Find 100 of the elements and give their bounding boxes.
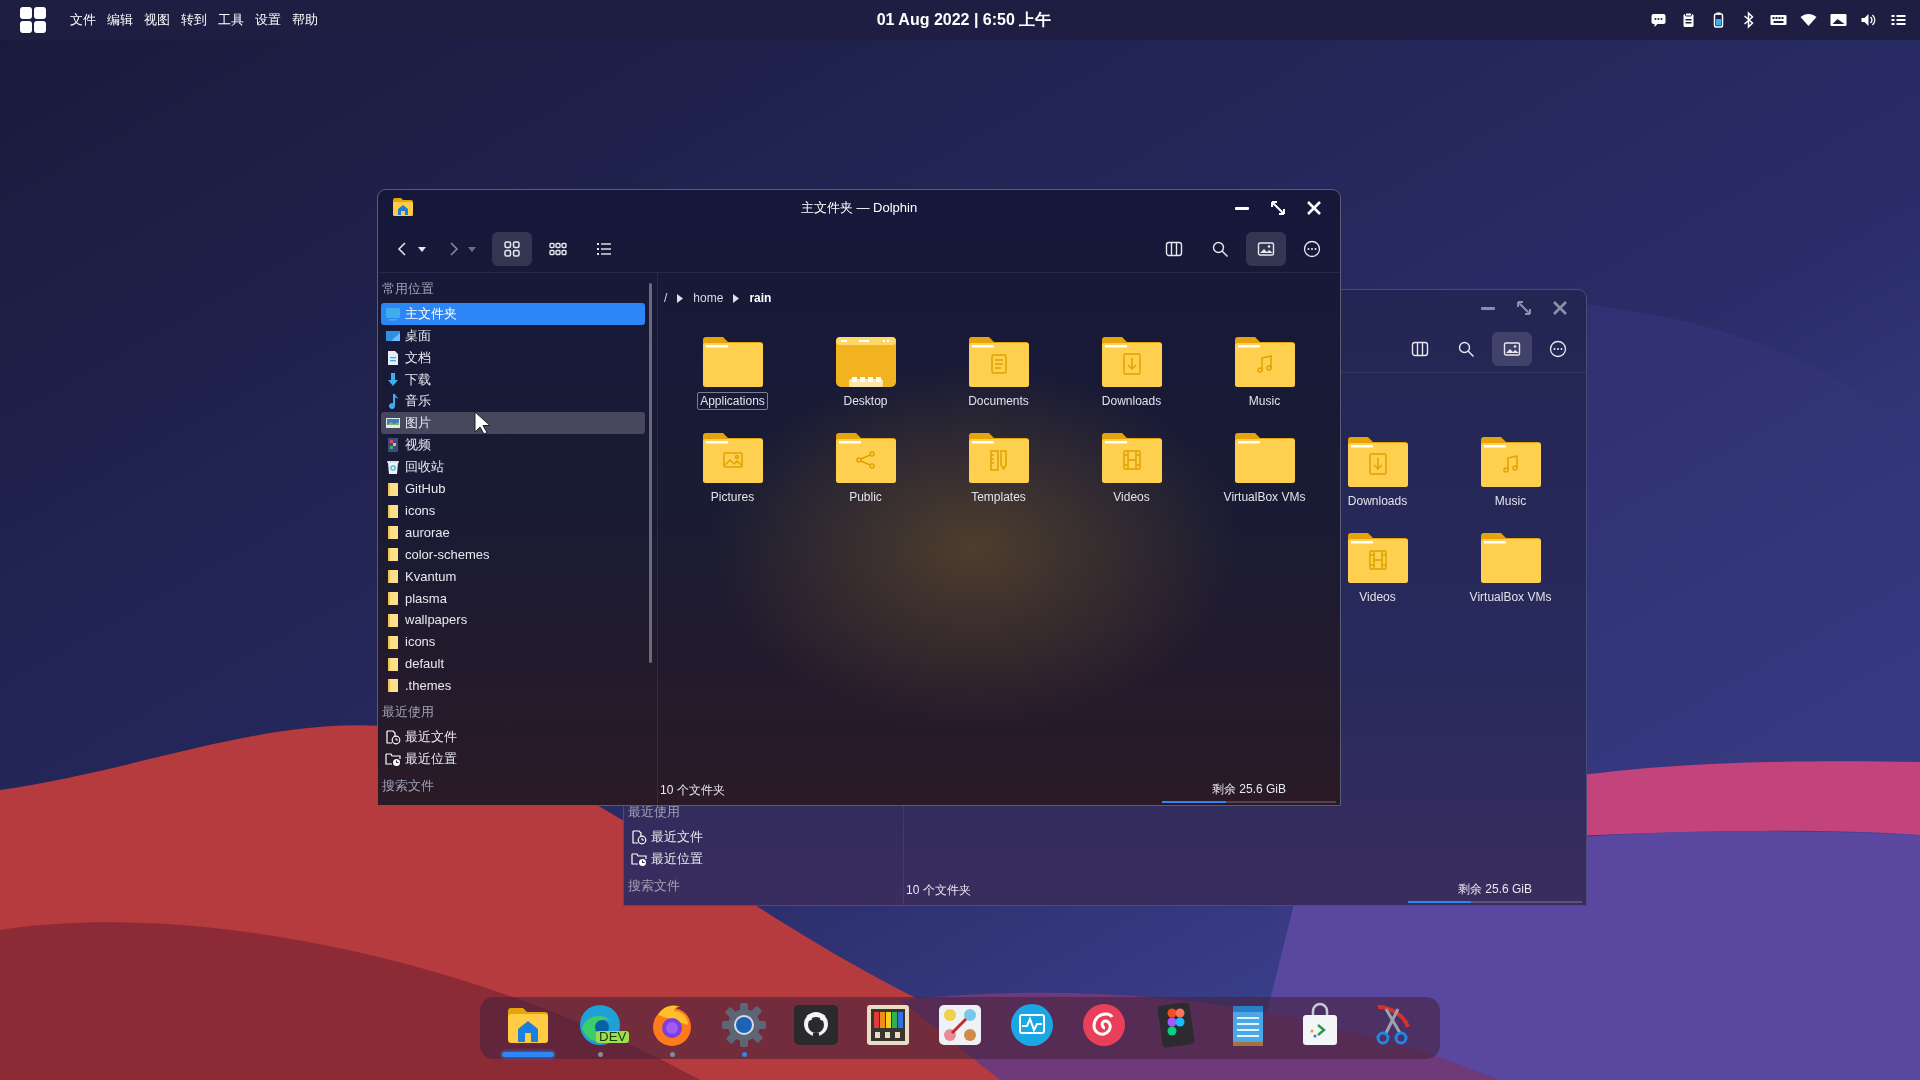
grid-view-icon [503, 240, 521, 258]
section-heading: 最近使用 [628, 803, 681, 821]
folder-icon [385, 633, 401, 650]
caret-icon [468, 246, 476, 252]
display-icon[interactable] [1829, 11, 1848, 29]
scrollbar[interactable] [649, 283, 652, 663]
folder-label[interactable]: Videos [1356, 588, 1399, 606]
minimize-icon [1235, 206, 1249, 210]
recent-folder-icon [631, 851, 647, 867]
folder-icon [385, 502, 401, 519]
sidebar-item[interactable]: icons [381, 499, 645, 522]
sidebar-item[interactable]: 视频 [381, 434, 645, 457]
section-heading: 搜索文件 [382, 777, 435, 795]
sidebar-item[interactable]: Kvantum [381, 565, 645, 588]
image-icon [1503, 340, 1521, 358]
folder-label[interactable]: Videos [1110, 488, 1153, 506]
maximize-icon [1516, 300, 1532, 316]
running-indicator [741, 1051, 747, 1057]
breadcrumb-item[interactable]: / [664, 291, 668, 305]
close-icon [1306, 200, 1322, 216]
folder-label[interactable]: Downloads [1344, 492, 1411, 510]
menu-item[interactable]: 视图 [144, 9, 170, 31]
pulse-icon [1008, 1001, 1056, 1049]
chat-icon[interactable] [1649, 11, 1668, 29]
sidebar-item[interactable]: 图片 [381, 412, 645, 435]
status-text: 10 个文件夹 [660, 781, 725, 799]
folder-label[interactable]: Pictures [707, 488, 758, 506]
mouse-pointer-icon [474, 411, 491, 435]
sidebar-item[interactable]: 桌面 [381, 324, 645, 347]
folder-label[interactable]: Music [1245, 392, 1284, 410]
trash-icon [385, 458, 401, 475]
film-icon [385, 437, 401, 454]
sidebar-item[interactable]: wallpapers [381, 608, 645, 631]
folder-label[interactable]: Downloads [1098, 392, 1165, 410]
folder-icon [385, 611, 401, 628]
more-icon [1303, 240, 1321, 258]
sidebar-item[interactable]: icons [381, 630, 645, 653]
minimize-icon [1481, 306, 1495, 310]
sidebar-item[interactable]: color-schemes [381, 543, 645, 566]
breadcrumb-arrow-icon [677, 293, 684, 303]
running-indicator [669, 1051, 675, 1057]
sidebar-item[interactable]: 最近位置 [627, 848, 891, 870]
free-space-label: 剩余 25.6 GiB [1212, 781, 1286, 798]
sidebar-item[interactable]: .themes [381, 674, 645, 697]
sidebar-item[interactable]: 最近文件 [627, 826, 891, 848]
search-icon [1211, 240, 1229, 258]
sidebar-item[interactable]: 最近文件 [381, 726, 645, 749]
recent-folder-icon [385, 751, 401, 768]
folder-icon [385, 590, 401, 606]
folder-label[interactable]: VirtualBox VMs [1466, 588, 1555, 606]
wifi-icon[interactable] [1799, 11, 1818, 29]
list-view-icon [595, 240, 613, 258]
menu-item[interactable]: 设置 [255, 9, 281, 31]
sidebar-item[interactable]: aurorae [381, 521, 645, 544]
menu-item[interactable]: 帮助 [292, 9, 318, 31]
clock: 01 Aug 2022 | 6:50 上午 [876, 9, 1052, 30]
folder-label[interactable]: Music [1491, 492, 1530, 510]
launcher-icon[interactable] [20, 7, 46, 33]
breadcrumb-arrow-icon [733, 293, 740, 303]
folder-icon [385, 480, 401, 497]
menu-item[interactable]: 文件 [70, 9, 96, 31]
app-badge: DEV [596, 1031, 630, 1043]
status-text: 10 个文件夹 [906, 881, 971, 899]
sidebar-item[interactable]: 音乐 [381, 390, 645, 413]
folder-label[interactable]: Desktop [840, 392, 891, 410]
sidebar-item[interactable]: GitHub [381, 477, 645, 500]
menu-item[interactable]: 编辑 [107, 9, 133, 31]
folder-label[interactable]: VirtualBox VMs [1220, 488, 1309, 506]
running-indicator [502, 1051, 554, 1057]
sidebar-item[interactable]: 下载 [381, 368, 645, 391]
menu-item[interactable]: 工具 [218, 9, 244, 31]
volume-icon[interactable] [1859, 11, 1878, 29]
breadcrumb-item[interactable]: rain [749, 291, 772, 305]
section-heading: 常用位置 [382, 280, 435, 299]
folder-label[interactable]: Documents [965, 392, 1032, 410]
running-indicator [597, 1051, 603, 1057]
sidebar-item[interactable]: 文档 [381, 346, 645, 369]
dock-item[interactable]: DEV [564, 997, 636, 1059]
sidebar-item[interactable]: 主文件夹 [381, 303, 645, 325]
search-icon [1457, 340, 1475, 358]
image-button[interactable] [1246, 232, 1286, 266]
split-view-icon [1411, 340, 1429, 358]
folder-label[interactable]: Templates [968, 488, 1029, 506]
window-title: 主文件夹 — Dolphin [800, 199, 918, 217]
image-icon [1257, 240, 1275, 258]
folder-label[interactable]: Public [846, 488, 885, 506]
sidebar-item[interactable]: 回收站 [381, 456, 645, 478]
folder-label[interactable]: Applications [697, 392, 768, 410]
folder-icon [385, 568, 401, 585]
sidebar-item[interactable]: default [381, 652, 645, 675]
compact-view-icon [549, 240, 567, 258]
free-space-label: 剩余 25.6 GiB [1458, 881, 1532, 898]
grid-view-button[interactable] [492, 232, 532, 266]
sidebar-item[interactable]: 最近位置 [381, 748, 645, 770]
sidebar-item[interactable]: plasma [381, 587, 645, 609]
breadcrumb-item[interactable]: home [693, 291, 724, 305]
maximize-icon [1270, 200, 1286, 216]
image-button[interactable] [1492, 332, 1532, 366]
caret-icon [418, 246, 426, 252]
menu-item[interactable]: 转到 [181, 9, 207, 31]
